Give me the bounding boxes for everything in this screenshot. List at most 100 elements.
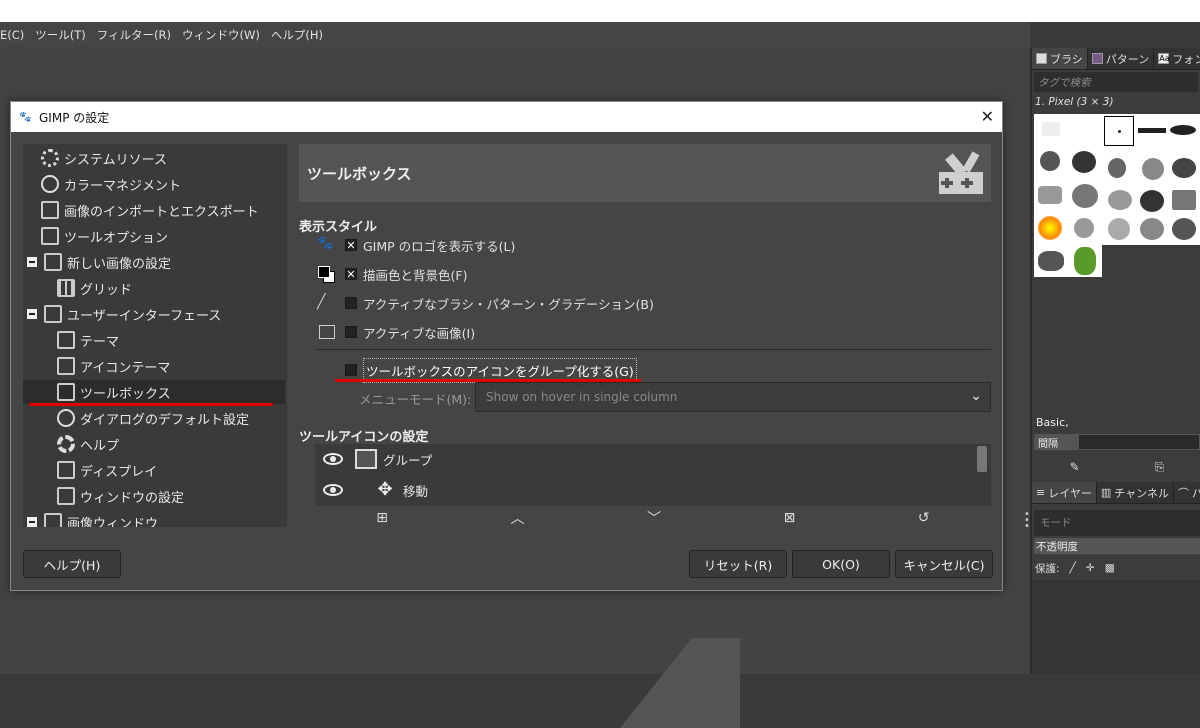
annotation-underline bbox=[29, 403, 273, 406]
menu-help[interactable]: ヘルプ(H) bbox=[271, 27, 323, 43]
tag-search-input[interactable]: タグで検索 bbox=[1034, 72, 1198, 92]
section-display-style: 表示スタイル bbox=[299, 220, 378, 235]
reset-icon[interactable]: ↺ bbox=[918, 510, 930, 526]
move-up-icon[interactable]: ︿ bbox=[511, 508, 525, 528]
lock-position-icon[interactable]: ✛ bbox=[1086, 562, 1095, 574]
page-title: ツールボックス bbox=[307, 164, 412, 183]
dialog-titlebar[interactable]: 🐾 GIMP の設定 ✕ bbox=[11, 102, 1002, 132]
tree-item-image-windows[interactable]: 画像ウィンドウ bbox=[27, 510, 158, 527]
tab-channels[interactable]: ▥ チャンネル bbox=[1097, 482, 1174, 503]
show-logo-label[interactable]: GIMP のロゴを表示する(L) bbox=[363, 236, 515, 255]
tool-group-row[interactable]: グループ bbox=[315, 444, 432, 474]
lock-alpha-icon[interactable]: ▩ bbox=[1105, 562, 1115, 574]
list-scrollbar[interactable] bbox=[977, 446, 987, 472]
tree-item-grid[interactable]: グリッド bbox=[57, 276, 132, 300]
eye-icon[interactable] bbox=[323, 484, 343, 496]
brush-item[interactable] bbox=[1068, 245, 1101, 277]
tab-patterns[interactable]: パターン bbox=[1088, 48, 1155, 69]
tree-item-help[interactable]: ヘルプ bbox=[57, 432, 119, 456]
tree-item-tool-options[interactable]: ツールオプション bbox=[41, 224, 168, 248]
icon-theme-icon bbox=[57, 357, 75, 375]
tab-brushes[interactable]: ブラシ bbox=[1032, 48, 1088, 69]
brush-grid-right[interactable] bbox=[1102, 114, 1200, 245]
chevron-down-icon: ⌄ bbox=[970, 388, 982, 404]
menu-filters[interactable]: フィルター(R) bbox=[97, 27, 171, 43]
tab-paths[interactable]: ⌒パス bbox=[1174, 482, 1200, 503]
menu-edit[interactable]: E(C) bbox=[0, 28, 24, 42]
brush-item[interactable] bbox=[1068, 114, 1101, 146]
brush-item[interactable] bbox=[1068, 146, 1101, 179]
fg-bg-label[interactable]: 描画色と背景色(F) bbox=[363, 265, 467, 284]
new-group-icon[interactable]: ⊞ bbox=[376, 510, 388, 526]
active-brush-checkbox[interactable] bbox=[345, 297, 357, 309]
active-image-checkbox[interactable] bbox=[345, 326, 357, 338]
brush-item[interactable] bbox=[1034, 114, 1067, 146]
menu-mode-select[interactable]: Show on hover in single column ⌄ bbox=[475, 382, 991, 412]
brush-grid[interactable] bbox=[1034, 114, 1102, 277]
group-icons-checkbox[interactable] bbox=[345, 364, 357, 376]
tool-move-row[interactable]: ✥ 移動 bbox=[315, 475, 428, 505]
spacing-slider[interactable]: 間隔 bbox=[1034, 434, 1200, 450]
tool-icon-list[interactable]: グループ ✥ 移動 bbox=[315, 444, 991, 506]
tab-fonts[interactable]: Aa フォン bbox=[1154, 48, 1200, 69]
user-interface-icon bbox=[44, 305, 62, 323]
tree-item-user-interface[interactable]: ユーザーインターフェース bbox=[27, 302, 221, 326]
display-icon bbox=[57, 461, 75, 479]
ok-button[interactable]: OK(O) bbox=[792, 550, 890, 578]
tree-item-new-image[interactable]: 新しい画像の設定 bbox=[27, 250, 171, 274]
tab-label: ブラシ bbox=[1050, 52, 1083, 66]
brush-item[interactable] bbox=[1034, 245, 1067, 277]
active-brush-label[interactable]: アクティブなブラシ・パターン・グラデーション(B) bbox=[363, 294, 654, 313]
reset-button[interactable]: リセット(R) bbox=[689, 550, 787, 578]
menu-mode-label: メニューモード(M): bbox=[359, 391, 472, 407]
brush-item[interactable] bbox=[1034, 212, 1067, 245]
cancel-button[interactable]: キャンセル(C) bbox=[895, 550, 993, 578]
menu-tools[interactable]: ツール(T) bbox=[35, 27, 86, 43]
import-export-icon bbox=[41, 201, 59, 219]
paths-icon: ⌒ bbox=[1177, 486, 1189, 500]
brush-item[interactable] bbox=[1034, 179, 1067, 212]
collapse-icon[interactable] bbox=[27, 517, 37, 527]
tree-item-label: ヘルプ bbox=[80, 438, 120, 454]
tree-item-system-resources[interactable]: システムリソース bbox=[41, 146, 167, 170]
lock-pixels-icon[interactable]: ╱ bbox=[1070, 562, 1076, 574]
layer-mode-select[interactable]: モード bbox=[1034, 510, 1200, 536]
preferences-tree: システムリソース カラーマネジメント 画像のインポートとエクスポート ツールオプ… bbox=[23, 144, 287, 527]
tree-item-icon-theme[interactable]: アイコンテーマ bbox=[57, 354, 170, 378]
eye-icon[interactable] bbox=[323, 453, 343, 465]
menu-windows[interactable]: ウィンドウ(W) bbox=[182, 27, 260, 43]
protect-label: 保護: bbox=[1035, 562, 1060, 575]
close-icon[interactable]: ✕ bbox=[981, 107, 994, 126]
help-button[interactable]: ヘルプ(H) bbox=[23, 550, 121, 578]
tab-layers[interactable]: ≡ レイヤー bbox=[1032, 482, 1097, 503]
active-image-row: アクティブな画像(I) bbox=[317, 321, 475, 343]
tree-item-theme[interactable]: テーマ bbox=[57, 328, 119, 352]
brush-item[interactable] bbox=[1068, 179, 1101, 212]
tree-item-color-management[interactable]: カラーマネジメント bbox=[41, 172, 181, 196]
dock-handle-icon[interactable]: • • • bbox=[1024, 510, 1030, 532]
brush-item[interactable] bbox=[1034, 146, 1067, 179]
show-logo-checkbox[interactable]: ✕ bbox=[345, 239, 357, 251]
new-image-icon bbox=[44, 253, 62, 271]
collapse-icon[interactable] bbox=[27, 257, 37, 267]
tree-item-dialog-defaults[interactable]: ダイアログのデフォルト設定 bbox=[57, 406, 249, 430]
fg-bg-checkbox[interactable]: ✕ bbox=[345, 268, 357, 280]
new-brush-icon[interactable]: ⎘ bbox=[1155, 460, 1165, 475]
tree-item-toolbox[interactable]: ツールボックス bbox=[23, 380, 285, 404]
tree-item-import-export[interactable]: 画像のインポートとエクスポート bbox=[41, 198, 259, 222]
edit-brush-icon[interactable]: ✎ bbox=[1070, 460, 1080, 474]
collapse-icon[interactable] bbox=[27, 309, 37, 319]
selected-brush[interactable] bbox=[1104, 116, 1134, 146]
brush-item[interactable] bbox=[1068, 212, 1101, 245]
tree-item-window-management[interactable]: ウィンドウの設定 bbox=[57, 484, 184, 508]
brush-preset-name: Basic, bbox=[1036, 416, 1069, 429]
layer-list[interactable] bbox=[1032, 580, 1200, 674]
toolbox-settings-page: ツールボックス 表示スタイル 🐾 ✕ GIMP のロゴを表示する(L) ✕ 描画… bbox=[299, 144, 993, 527]
move-down-icon[interactable]: ﹀ bbox=[647, 508, 661, 528]
toolbox-icon bbox=[57, 383, 75, 401]
delete-icon[interactable]: ⊠ bbox=[784, 510, 796, 526]
opacity-slider[interactable]: 不透明度 bbox=[1034, 538, 1200, 554]
tree-item-display[interactable]: ディスプレイ bbox=[57, 458, 157, 482]
wilber-icon: 🐾 bbox=[19, 112, 32, 123]
active-image-label[interactable]: アクティブな画像(I) bbox=[363, 323, 475, 342]
